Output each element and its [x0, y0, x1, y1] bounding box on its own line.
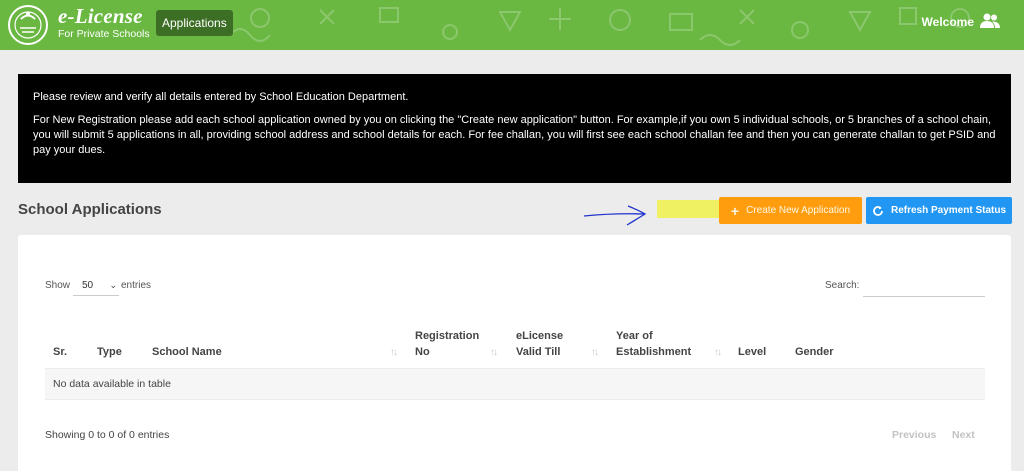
- column-header-sr[interactable]: Sr.: [53, 344, 67, 360]
- entries-value: 50: [82, 280, 94, 291]
- column-header-label: Registration: [415, 330, 480, 342]
- column-header-level[interactable]: Level: [738, 344, 766, 360]
- sort-icon[interactable]: ↑↓: [591, 347, 599, 358]
- refresh-button-label: Refresh Payment Status: [890, 205, 1007, 216]
- plus-icon: +: [730, 202, 740, 219]
- refresh-payment-status-button[interactable]: Refresh Payment Status: [866, 197, 1012, 224]
- column-header-label: Type: [97, 346, 122, 358]
- create-new-application-button[interactable]: + Create New Application: [719, 197, 862, 224]
- column-header-label: No: [415, 346, 430, 358]
- column-header-label: eLicense: [516, 330, 564, 342]
- search-label: Search:: [825, 280, 860, 291]
- brand: e-License For Private Schools: [58, 4, 150, 41]
- sort-icon[interactable]: ↑↓: [714, 347, 722, 358]
- column-header-label: Valid Till: [516, 346, 561, 358]
- punjab-emblem-icon: [8, 5, 48, 45]
- column-header-type[interactable]: Type: [97, 344, 122, 360]
- nav-applications[interactable]: Applications: [156, 10, 233, 36]
- welcome-label[interactable]: Welcome: [922, 15, 974, 29]
- column-header-label: Gender: [795, 346, 834, 358]
- column-header-elicense-valid-till[interactable]: eLicense Valid Till: [516, 328, 563, 360]
- top-navbar: e-License For Private Schools Applicatio…: [0, 0, 1024, 50]
- search-input[interactable]: [863, 275, 985, 297]
- info-notice: Please review and verify all details ent…: [18, 74, 1011, 183]
- column-header-school-name[interactable]: School Name: [152, 344, 222, 360]
- entries-per-page-select[interactable]: 50 ⌄: [73, 275, 119, 296]
- column-header-label: Sr.: [53, 346, 68, 358]
- entries-label: entries: [121, 280, 152, 291]
- column-header-label: School Name: [152, 346, 222, 358]
- notice-line-2: For New Registration please add each sch…: [33, 114, 996, 156]
- notice-line-1: Please review and verify all details ent…: [33, 91, 409, 103]
- table-row-empty: No data available in table: [45, 368, 985, 400]
- pagination-previous[interactable]: Previous: [892, 429, 936, 441]
- column-header-label: Establishment: [616, 346, 692, 358]
- create-button-label: Create New Application: [746, 205, 851, 216]
- page-title: School Applications: [18, 201, 162, 218]
- column-header-gender[interactable]: Gender: [795, 344, 834, 360]
- table-info: Showing 0 to 0 of 0 entries: [45, 429, 170, 441]
- chevron-down-icon: ⌄: [109, 280, 117, 290]
- sort-icon[interactable]: ↑↓: [490, 347, 498, 358]
- column-header-registration-no[interactable]: Registration No: [415, 328, 479, 360]
- brand-title: e-License: [58, 4, 143, 28]
- pagination-next[interactable]: Next: [952, 429, 975, 441]
- column-header-year-of-establishment[interactable]: Year of Establishment: [616, 328, 691, 360]
- highlighter-annotation: [657, 200, 719, 218]
- brand-subtitle: For Private Schools: [58, 28, 150, 40]
- background-pattern: [229, 7, 970, 46]
- applications-card: Show 50 ⌄ entries Search: Sr. Type Schoo…: [18, 235, 1011, 471]
- sort-icon[interactable]: ↑↓: [390, 347, 398, 358]
- users-icon[interactable]: [980, 12, 1000, 30]
- column-header-label: Year of: [616, 330, 653, 342]
- hand-drawn-arrow-annotation: [583, 205, 647, 226]
- refresh-icon: [873, 205, 883, 216]
- show-label: Show: [45, 280, 71, 291]
- column-header-label: Level: [738, 346, 767, 358]
